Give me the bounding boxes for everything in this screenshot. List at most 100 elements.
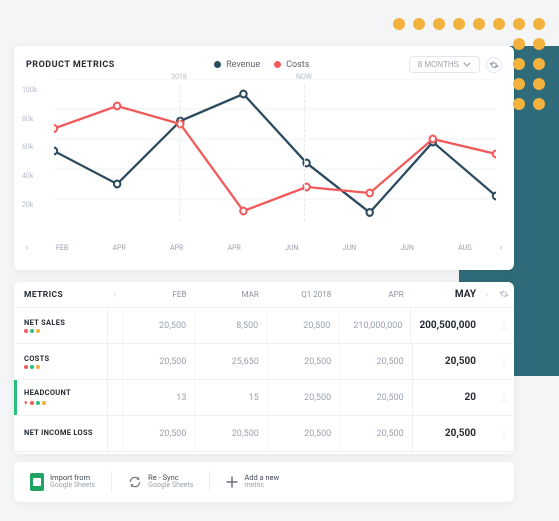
metric-value: 20,500 bbox=[122, 344, 194, 379]
row-more-button[interactable]: ⋮ bbox=[494, 380, 514, 415]
chart-x-axis: ‹ FEB APR APR APR JUN JUN JUN AUG › bbox=[14, 237, 514, 263]
row-nav-spacer bbox=[108, 416, 122, 451]
table-col-header: Q1 2018 bbox=[267, 290, 339, 299]
plus-icon bbox=[226, 476, 238, 488]
metric-value: 20,500 bbox=[339, 380, 411, 415]
divider bbox=[111, 471, 112, 493]
ytick: 40k bbox=[22, 172, 33, 180]
metric-name-cell[interactable]: COSTS bbox=[14, 344, 108, 379]
chart-marker-year: 2018 bbox=[171, 73, 187, 81]
metric-value: 20,500 bbox=[267, 344, 339, 379]
status-dot bbox=[30, 401, 34, 405]
status-dot bbox=[42, 401, 46, 405]
table-cols-prev[interactable]: ‹ bbox=[108, 290, 122, 299]
metric-value: 8,500 bbox=[194, 308, 266, 343]
row-nav-spacer bbox=[108, 380, 122, 415]
metric-value: 20,500 bbox=[412, 344, 480, 379]
chart-title: PRODUCT METRICS bbox=[26, 60, 115, 70]
import-from-sheets-button[interactable]: Import from Google Sheets bbox=[24, 469, 101, 495]
row-more-button[interactable]: ⋮ bbox=[494, 416, 514, 451]
status-dot bbox=[36, 329, 40, 333]
trend-down-icon: ▾ bbox=[24, 399, 28, 407]
table-row: HEADCOUNT▾131520,50020,50020⋮ bbox=[14, 380, 514, 416]
chart-marker-now: NOW bbox=[296, 73, 312, 81]
metric-value: 20,500 bbox=[339, 344, 411, 379]
table-header-row: METRICS ‹ FEB MAR Q1 2018 APR MAY › bbox=[14, 282, 514, 308]
more-vertical-icon: ⋮ bbox=[500, 429, 509, 439]
table-title: METRICS bbox=[14, 290, 108, 300]
metric-name-cell[interactable]: NET SALES bbox=[14, 308, 108, 343]
divider bbox=[209, 471, 210, 493]
x-label: JUN bbox=[343, 244, 356, 252]
chart-x-labels: FEB APR APR APR JUN JUN JUN AUG bbox=[34, 244, 494, 252]
gear-icon bbox=[499, 292, 509, 301]
metric-value: 20,500 bbox=[122, 308, 194, 343]
table-row: NET INCOME LOSS20,50020,50020,50020,5002… bbox=[14, 416, 514, 452]
ytick: 100k bbox=[22, 86, 37, 94]
status-dot bbox=[36, 401, 40, 405]
table-settings-button[interactable] bbox=[494, 289, 514, 301]
status-dot bbox=[24, 329, 28, 333]
metric-value: 20,500 bbox=[267, 380, 339, 415]
metric-value: 20,500 bbox=[266, 308, 338, 343]
row-nav-spacer bbox=[480, 308, 494, 343]
x-label: AUG bbox=[458, 244, 472, 252]
row-nav-spacer bbox=[108, 344, 122, 379]
decorative-dots bbox=[393, 18, 547, 112]
table-row: COSTS20,50025,65020,50020,50020,500⋮ bbox=[14, 344, 514, 380]
metric-value: 13 bbox=[122, 380, 194, 415]
table-cols-next[interactable]: › bbox=[480, 290, 494, 299]
footer-toolbar: Import from Google Sheets Re - Sync Goog… bbox=[14, 462, 514, 502]
add-metric-button[interactable]: Add a new metric bbox=[220, 470, 285, 494]
status-dot bbox=[24, 365, 28, 369]
metric-value: 25,650 bbox=[194, 344, 266, 379]
metric-value: 200,500,000 bbox=[410, 308, 480, 343]
row-more-button[interactable]: ⋮ bbox=[494, 344, 514, 379]
row-nav-spacer bbox=[480, 344, 494, 379]
chart-prev-button[interactable]: ‹ bbox=[20, 241, 34, 255]
status-dot bbox=[36, 365, 40, 369]
x-label: FEB bbox=[56, 244, 68, 252]
metric-name-cell[interactable]: NET INCOME LOSS bbox=[14, 416, 108, 451]
metric-value: 20,500 bbox=[412, 416, 480, 451]
legend-dot-revenue bbox=[214, 61, 221, 68]
metrics-table-panel: METRICS ‹ FEB MAR Q1 2018 APR MAY › NET … bbox=[14, 282, 514, 454]
metric-name: NET SALES bbox=[24, 318, 107, 327]
x-label: JUN bbox=[400, 244, 413, 252]
x-label: JUN bbox=[285, 244, 298, 252]
metric-name: NET INCOME LOSS bbox=[24, 428, 107, 437]
resync-line2: Google Sheets bbox=[148, 482, 193, 490]
metric-value: 20,500 bbox=[122, 416, 194, 451]
x-label: APR bbox=[112, 244, 125, 252]
more-vertical-icon: ⋮ bbox=[500, 321, 509, 331]
ytick: 80k bbox=[22, 115, 33, 123]
legend-revenue: Revenue bbox=[214, 60, 260, 70]
resync-sheets-button[interactable]: Re - Sync Google Sheets bbox=[122, 470, 199, 494]
row-nav-spacer bbox=[108, 308, 122, 343]
table-row: NET SALES20,5008,50020,500210,000,000200… bbox=[14, 308, 514, 344]
row-more-button[interactable]: ⋮ bbox=[494, 308, 514, 343]
import-line2: Google Sheets bbox=[50, 482, 95, 490]
metric-value: 20,500 bbox=[194, 416, 266, 451]
chart-next-button[interactable]: › bbox=[494, 241, 508, 255]
legend-label-costs: Costs bbox=[286, 60, 309, 70]
metric-name-cell[interactable]: HEADCOUNT ▾ bbox=[14, 380, 108, 415]
x-label: APR bbox=[170, 244, 183, 252]
metric-value: 20,500 bbox=[267, 416, 339, 451]
metric-value: 20,500 bbox=[339, 416, 411, 451]
refresh-icon bbox=[128, 475, 142, 489]
table-col-header: MAR bbox=[194, 290, 266, 299]
table-col-header: MAY bbox=[412, 289, 480, 300]
ytick: 20k bbox=[22, 201, 33, 209]
metric-value: 20 bbox=[412, 380, 480, 415]
status-dot bbox=[30, 365, 34, 369]
add-line2: metric bbox=[244, 482, 279, 490]
metric-value: 15 bbox=[194, 380, 266, 415]
metric-name: HEADCOUNT bbox=[24, 388, 107, 397]
legend-label-revenue: Revenue bbox=[226, 60, 260, 70]
legend-costs: Costs bbox=[274, 60, 309, 70]
x-label: APR bbox=[228, 244, 241, 252]
google-sheets-icon bbox=[30, 473, 44, 491]
metric-name: COSTS bbox=[24, 354, 107, 363]
chart-legend: Revenue Costs bbox=[214, 60, 309, 70]
